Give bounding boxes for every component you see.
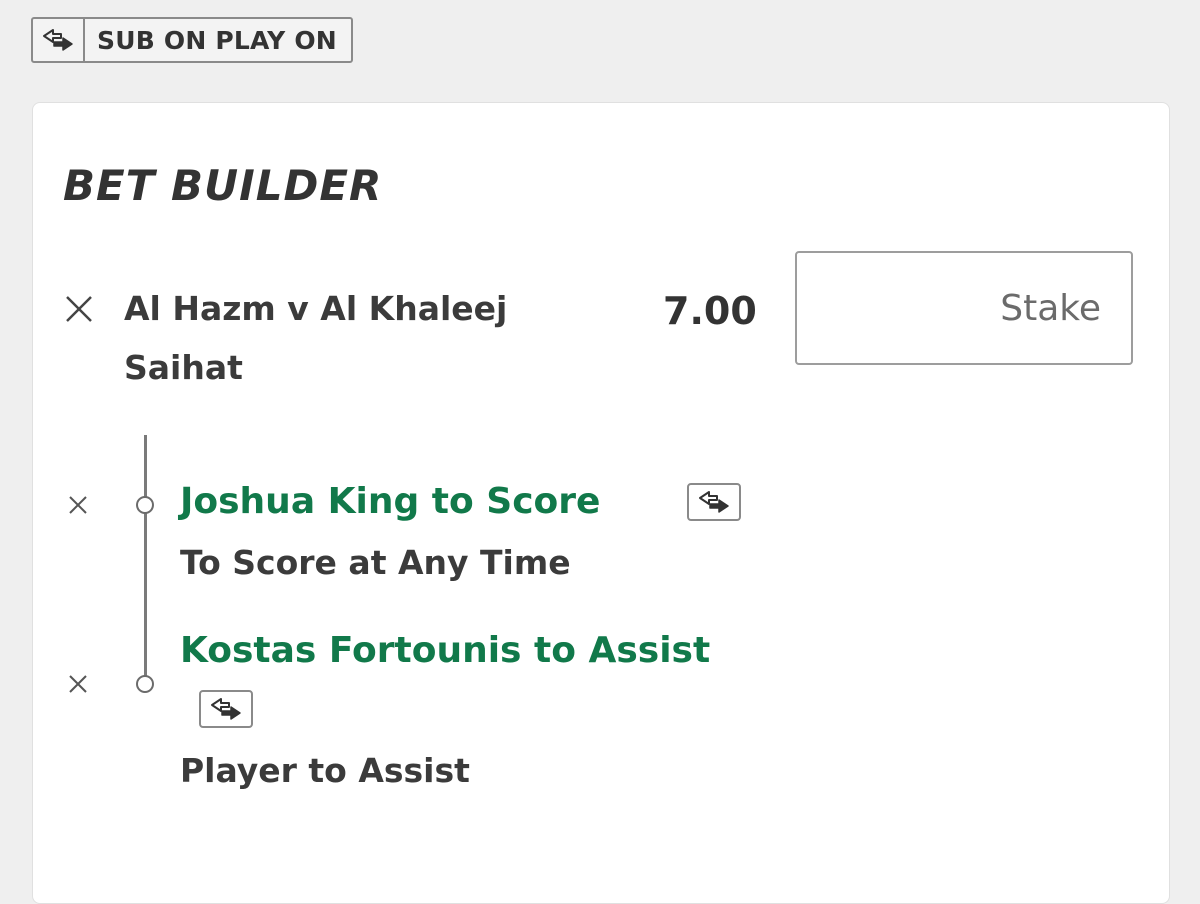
leg-market: Player to Assist <box>180 751 470 790</box>
bet-builder-card: BET BUILDER Al Hazm v Al Khaleej Saihat … <box>32 102 1170 904</box>
selection-name: Saihat <box>124 348 243 387</box>
close-icon[interactable] <box>67 494 89 516</box>
leg-title: Joshua King to Score <box>180 481 601 522</box>
timeline-line <box>144 435 147 683</box>
timeline-node <box>136 675 154 693</box>
badge-label: SUB ON PLAY ON <box>97 25 337 55</box>
close-icon[interactable] <box>67 673 89 695</box>
swap-icon[interactable] <box>199 690 253 728</box>
bet-builder-title: BET BUILDER <box>63 161 383 210</box>
stake-input[interactable] <box>795 251 1133 365</box>
leg-market: To Score at Any Time <box>180 543 571 582</box>
swap-icon[interactable] <box>687 483 741 521</box>
sub-on-play-on-badge[interactable]: SUB ON PLAY ON <box>31 17 353 63</box>
timeline-node <box>136 496 154 514</box>
odds-value: 7.00 <box>663 289 757 333</box>
swap-icon <box>33 19 85 61</box>
leg-title: Kostas Fortounis to Assist <box>180 630 711 671</box>
close-icon[interactable] <box>63 293 95 325</box>
match-name: Al Hazm v Al Khaleej <box>124 289 508 328</box>
